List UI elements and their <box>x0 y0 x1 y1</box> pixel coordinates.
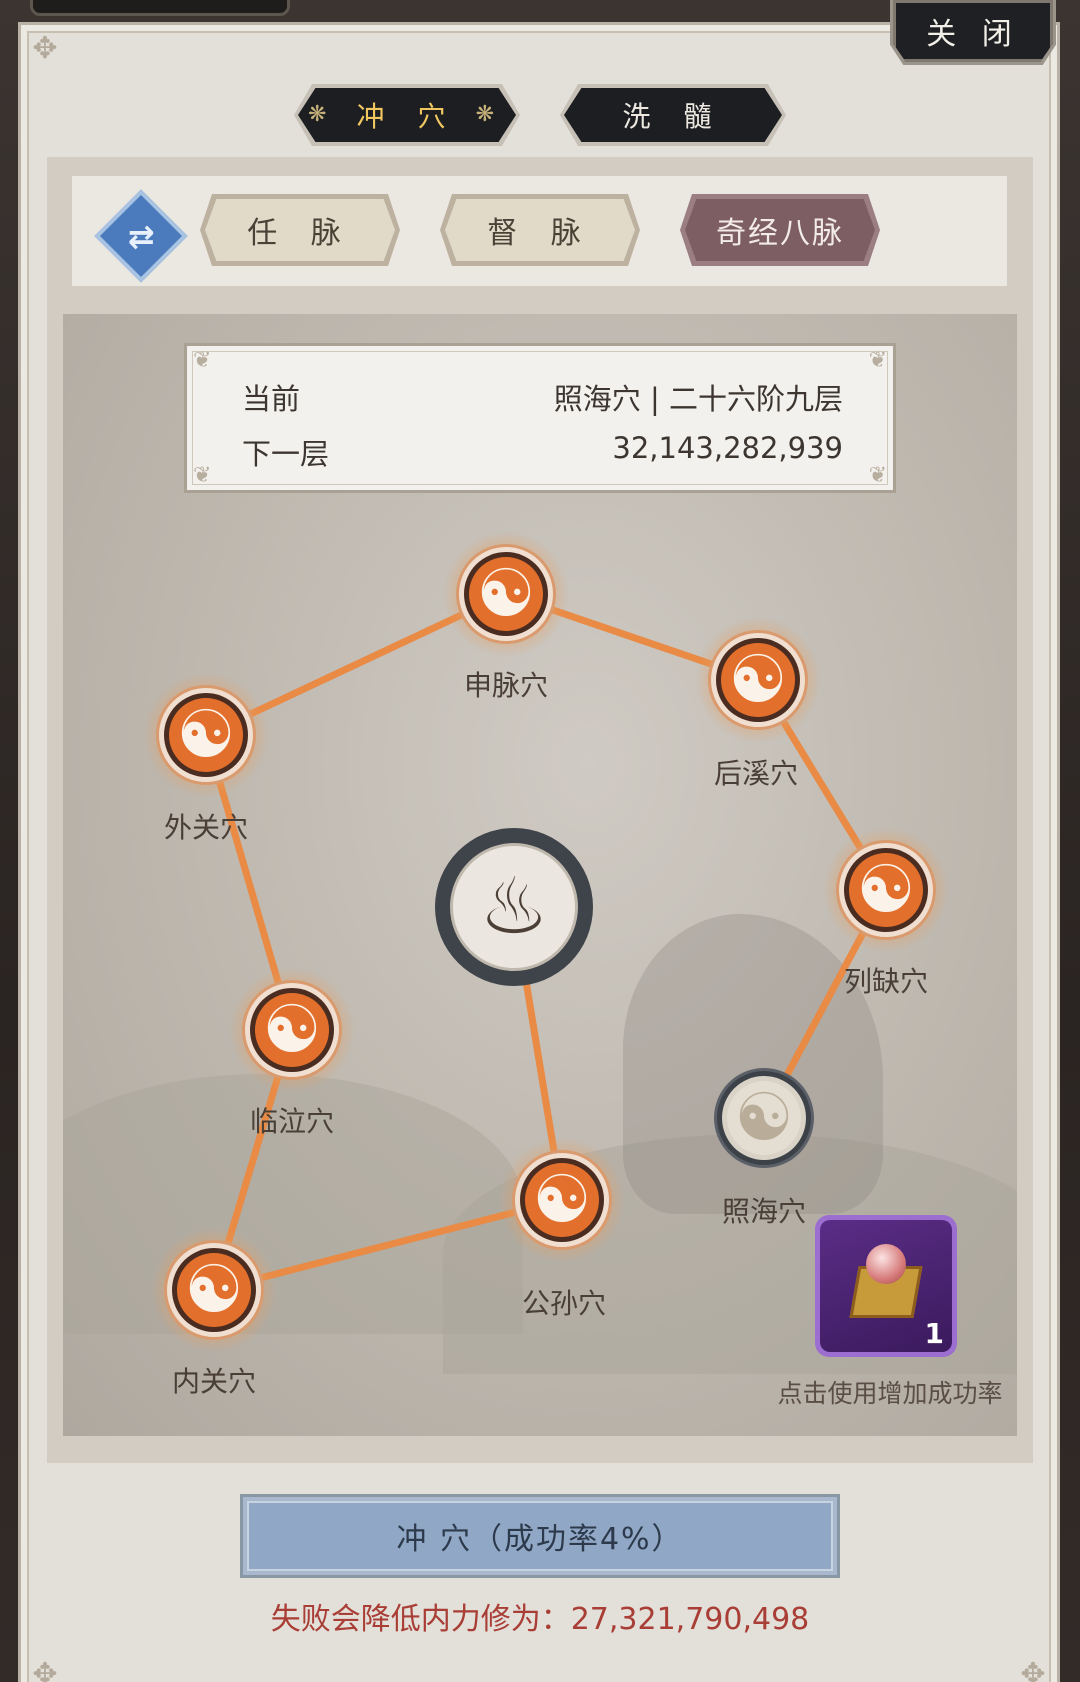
breakthrough-button-label: 冲 穴（成功率4%） <box>247 1501 833 1571</box>
subtab-label: 奇经八脉 <box>716 216 844 251</box>
yin-yang-icon: ☯ <box>849 853 923 927</box>
breakthrough-button[interactable]: 冲 穴（成功率4%） <box>240 1494 840 1578</box>
acupoint-label: 申脉穴 <box>463 669 548 702</box>
acupoint-wai-guan[interactable]: ☯ <box>144 673 268 797</box>
acupoint-label: 外关穴 <box>163 811 248 844</box>
acupoint-label: 列缺穴 <box>843 965 928 998</box>
center-fire-node[interactable]: ♨ <box>435 828 593 986</box>
subtab-label: 督 脉 <box>487 216 593 251</box>
yin-yang-icon: ☯ <box>177 1253 251 1327</box>
acupoint-nei-guan[interactable]: ☯ <box>152 1228 276 1352</box>
acupoint-label: 内关穴 <box>171 1365 256 1398</box>
acupoint-label: 公孙穴 <box>521 1287 606 1320</box>
yin-yang-icon: ☯ <box>727 1081 801 1155</box>
acupoint-label: 后溪穴 <box>713 757 798 790</box>
yin-yang-icon: ☯ <box>169 698 243 772</box>
flame-icon: ♨ <box>450 843 578 971</box>
acupoint-zhao-hai[interactable]: ☯ <box>702 1056 826 1180</box>
acupoint-hou-xi[interactable]: ☯ <box>696 618 820 742</box>
acupoint-shen-mai[interactable]: ☯ <box>444 532 568 656</box>
acupoint-label: 临泣穴 <box>249 1105 334 1138</box>
success-boost-item[interactable]: 1 <box>815 1215 957 1357</box>
item-count: 1 <box>924 1317 944 1350</box>
failure-warning: 失败会降低内力修为：27,321,790,498 <box>270 1602 810 1637</box>
yin-yang-icon: ☯ <box>525 1163 599 1237</box>
subtab-label: 任 脉 <box>247 216 353 251</box>
tab-label: 洗 髓 <box>622 100 724 133</box>
yin-yang-icon: ☯ <box>255 993 329 1067</box>
yin-yang-icon: ☯ <box>721 643 795 717</box>
item-hint: 点击使用增加成功率 <box>777 1379 1003 1408</box>
orb-icon <box>866 1244 906 1284</box>
acupoint-lie-que[interactable]: ☯ <box>824 828 948 952</box>
tab-ornament-icon: ❋ <box>308 102 339 127</box>
acupoint-gong-sun[interactable]: ☯ <box>500 1138 624 1262</box>
yin-yang-icon: ☯ <box>469 557 543 631</box>
acupoint-lin-qi[interactable]: ☯ <box>230 968 354 1092</box>
tab-ornament-icon: ❋ <box>475 102 506 127</box>
tab-label: 冲 穴 <box>356 100 458 133</box>
